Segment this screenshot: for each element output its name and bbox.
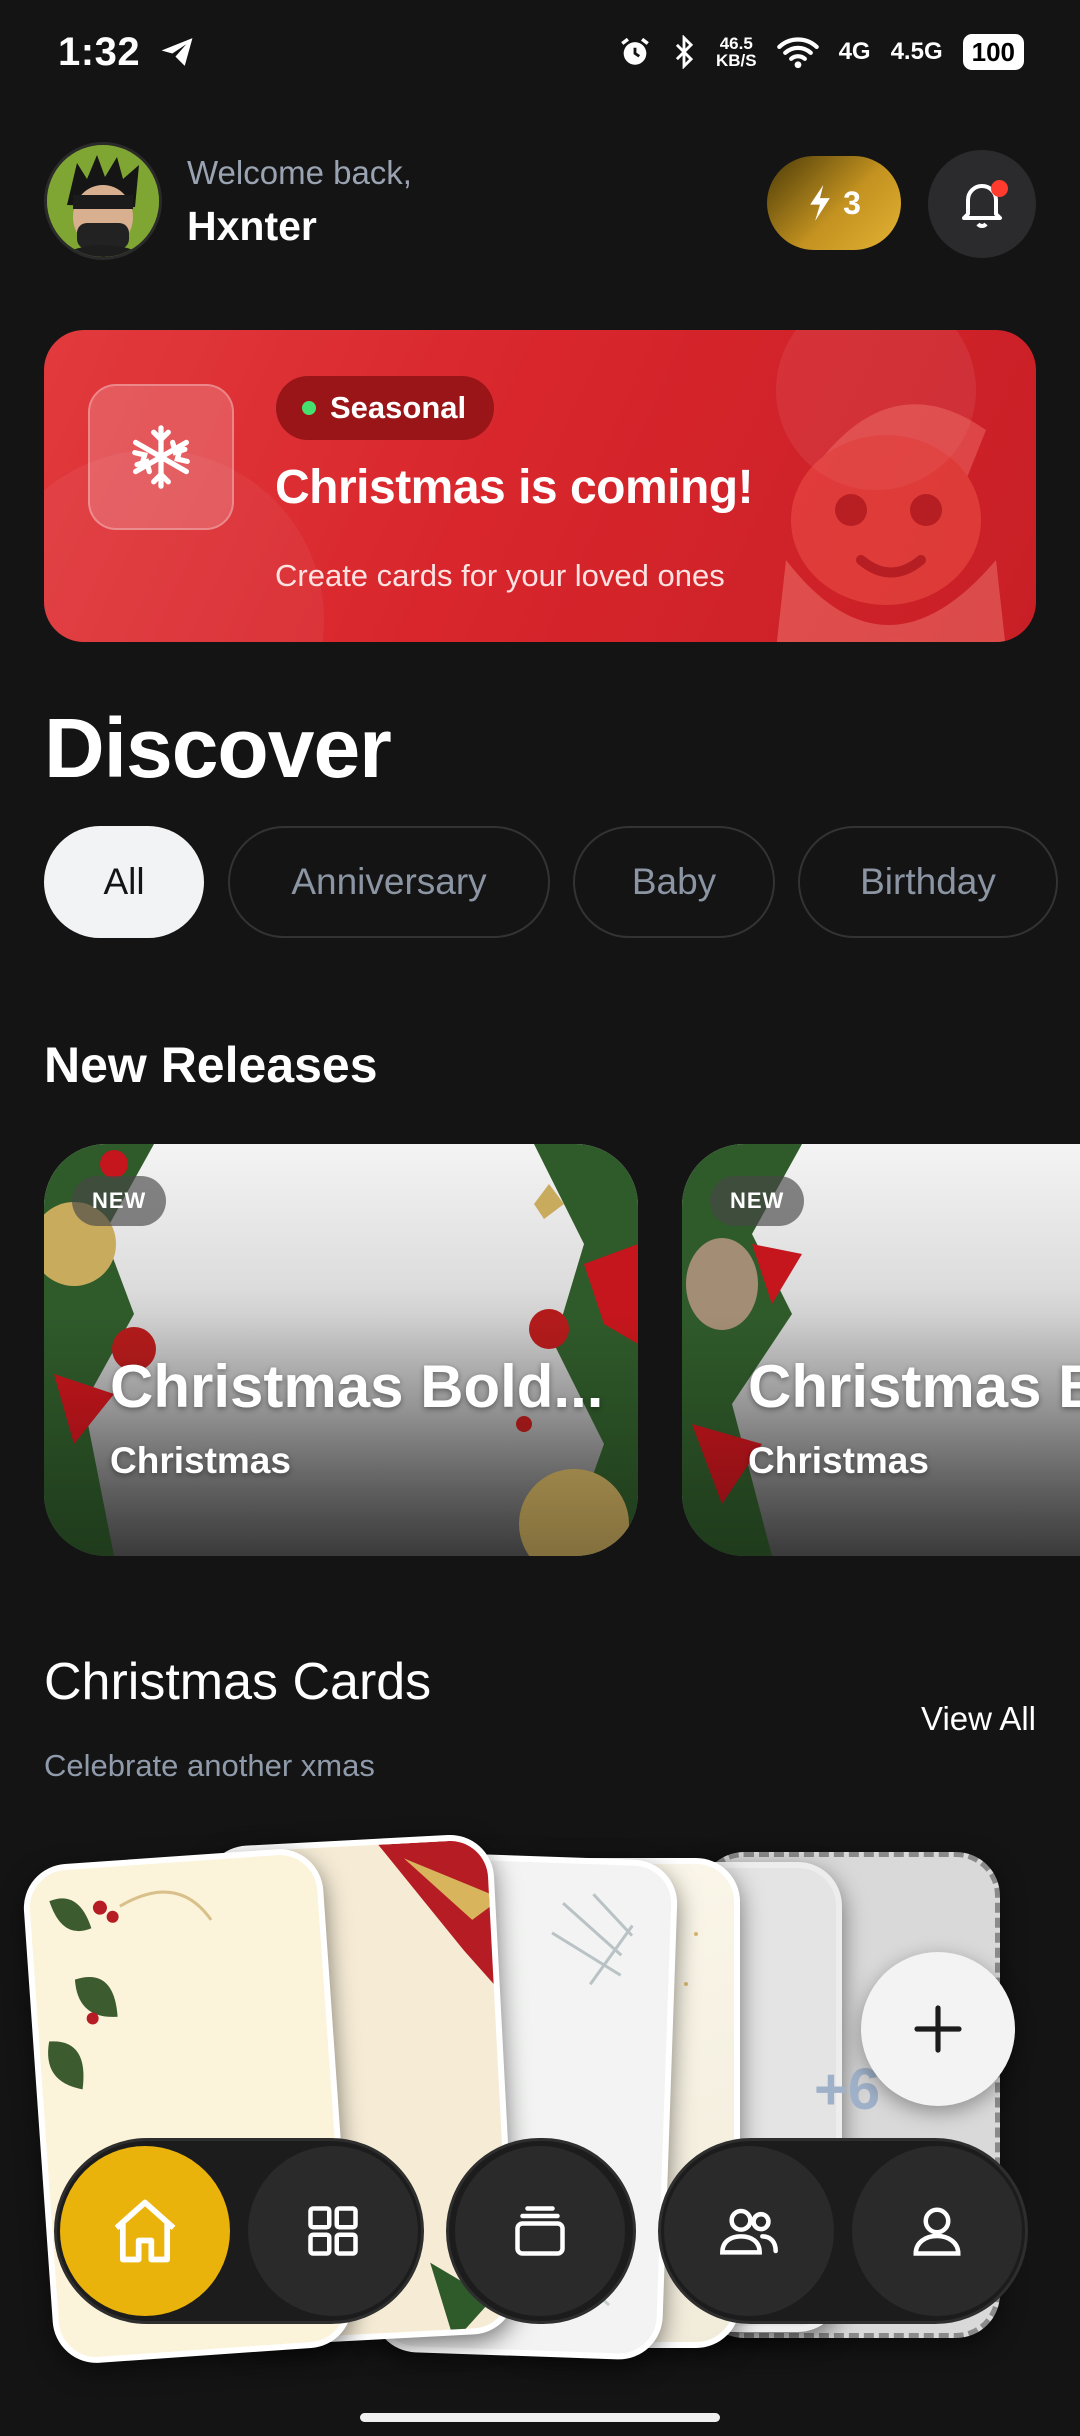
nav-home[interactable] xyxy=(60,2146,230,2316)
nav-grid[interactable] xyxy=(248,2146,418,2316)
santa-icon xyxy=(776,404,1006,642)
view-all-link[interactable]: View All xyxy=(921,1700,1036,1738)
avatar[interactable] xyxy=(44,142,162,260)
nav-profile[interactable] xyxy=(852,2146,1022,2316)
status-dot xyxy=(302,401,316,415)
release-card-clip: NEW Christmas B Christmas xyxy=(682,1144,1080,1556)
snowflake-icon xyxy=(132,425,190,489)
nav-cards[interactable] xyxy=(455,2146,625,2316)
people-icon xyxy=(720,2208,778,2255)
christmas-cards-title: Christmas Cards xyxy=(44,1653,432,1711)
christmas-cards-subtitle: Celebrate another xmas xyxy=(44,1748,375,1783)
plus-icon xyxy=(914,2005,962,2053)
release-card-category: Christmas xyxy=(110,1440,291,1481)
release-card-category: Christmas xyxy=(748,1440,929,1481)
lightning-icon xyxy=(810,185,830,221)
username: Hxnter xyxy=(187,203,317,249)
seasonal-banner[interactable]: Seasonal Christmas is coming! Create car… xyxy=(44,330,1036,642)
add-card-button[interactable] xyxy=(861,1952,1015,2106)
new-releases-title: New Releases xyxy=(44,1037,378,1093)
banner-title: Christmas is coming! xyxy=(275,461,754,514)
new-badge: NEW xyxy=(72,1176,167,1226)
net-speed: 46.5 KB/S xyxy=(715,34,757,70)
release-card[interactable]: NEW Christmas B Christmas xyxy=(682,1144,1080,1556)
new-badge: NEW xyxy=(710,1176,805,1226)
filter-anniversary[interactable]: Anniversary xyxy=(228,826,550,938)
home-indicator[interactable] xyxy=(360,2413,720,2422)
seasonal-chip: Seasonal xyxy=(276,376,495,440)
signal-4g: 4G xyxy=(838,38,871,65)
filter-all[interactable]: All xyxy=(44,826,204,938)
telegram-icon xyxy=(161,38,193,66)
notification-dot xyxy=(991,180,1008,197)
discover-title: Discover xyxy=(44,701,392,795)
signal-45g: 4.5G xyxy=(890,38,943,65)
release-card[interactable]: NEW Christmas Bold... Christmas xyxy=(44,1144,638,1556)
filter-birthday[interactable]: Birthday xyxy=(798,826,1058,938)
home-icon xyxy=(114,2199,176,2263)
profile-icon xyxy=(913,2207,961,2256)
notifications-button[interactable] xyxy=(928,150,1036,258)
energy-button[interactable]: 3 xyxy=(767,156,901,250)
battery-indicator: 100 xyxy=(962,34,1024,70)
filter-baby[interactable]: Baby xyxy=(573,826,775,938)
alarm-icon xyxy=(621,37,649,65)
banner-subtitle: Create cards for your loved ones xyxy=(275,558,725,593)
snowflake-tile xyxy=(88,384,234,530)
nav-people[interactable] xyxy=(664,2146,834,2316)
release-card-title: Christmas B xyxy=(748,1353,1080,1420)
bluetooth-icon xyxy=(675,35,694,69)
time-text: 1:32 xyxy=(58,30,141,74)
release-card-title: Christmas Bold... xyxy=(110,1353,604,1420)
cards-icon xyxy=(515,2206,565,2256)
welcome-text: Welcome back, xyxy=(187,154,412,191)
chip-label: Seasonal xyxy=(330,390,467,425)
wifi-icon xyxy=(776,37,819,69)
avatar-image xyxy=(47,145,159,257)
grid-icon xyxy=(308,2206,358,2256)
status-icons: 46.5 KB/S 4G 4.5G 100 xyxy=(618,34,1024,70)
status-time: 1:32 xyxy=(58,30,196,75)
energy-count: 3 xyxy=(843,184,861,221)
